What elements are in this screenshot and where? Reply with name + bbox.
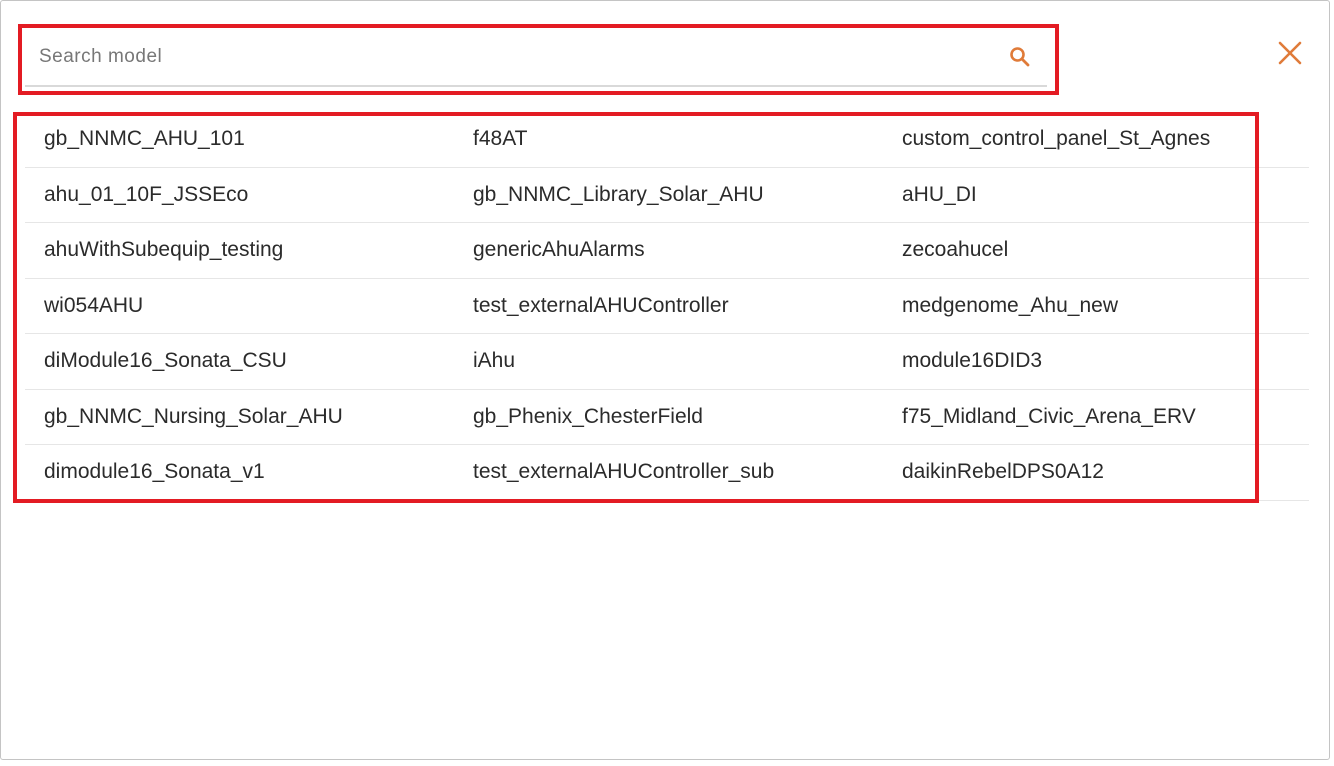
model-search-dialog: gb_NNMC_AHU_101f48ATcustom_control_panel… — [0, 0, 1330, 760]
search-highlight-box — [18, 24, 1059, 95]
close-icon[interactable] — [1275, 38, 1305, 68]
list-highlight-box — [13, 112, 1259, 503]
